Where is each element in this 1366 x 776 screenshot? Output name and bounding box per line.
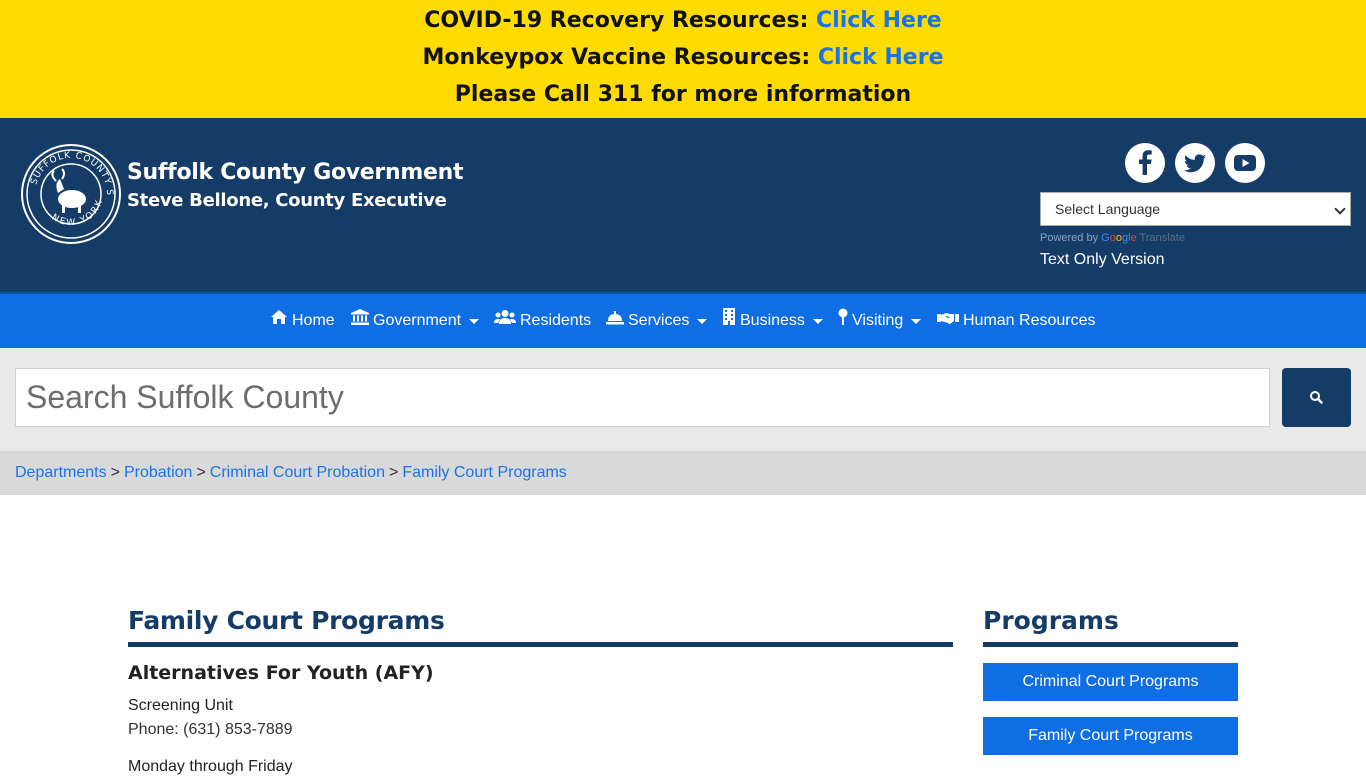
breadcrumb-link-departments[interactable]: Departments [15, 464, 107, 481]
nav-item-government[interactable]: Government [351, 294, 480, 348]
breadcrumb-separator: > [110, 464, 120, 481]
page-title: Family Court Programs [128, 606, 445, 635]
breadcrumb: Departments > Probation > Criminal Court Pro… [0, 451, 1366, 495]
nav-item-residents[interactable]: Residents [494, 294, 591, 348]
language-select-value: Select Language [1055, 201, 1161, 217]
nav-item-services[interactable]: Services [606, 294, 708, 348]
family-court-programs-button[interactable]: Family Court Programs [983, 717, 1238, 755]
nav-item-human-resources[interactable]: Human Resources [937, 294, 1096, 348]
breadcrumb-link-family-court-programs[interactable]: Family Court Programs [402, 464, 566, 481]
unit-phone: Phone: (631) 853-7889 [128, 721, 293, 738]
twitter-icon[interactable] [1175, 143, 1215, 183]
monkeypox-alert: Monkeypox Vaccine Resources: Click Here [0, 45, 1366, 71]
youtube-icon[interactable] [1225, 143, 1265, 183]
breadcrumb-link-criminal-court-probation[interactable]: Criminal Court Probation [210, 464, 385, 481]
text-only-version-link[interactable]: Text Only Version [1040, 251, 1165, 269]
unit-name: Screening Unit [128, 697, 233, 714]
covid-alert: COVID-19 Recovery Resources: Click Here [0, 8, 1366, 34]
sidebar-title: Programs [983, 606, 1119, 635]
nav-item-label: Home [292, 312, 335, 330]
caret-down-icon [697, 318, 708, 324]
breadcrumb-separator: > [196, 464, 206, 481]
nav-item-business[interactable]: Business [722, 294, 823, 348]
google-logo-text[interactable]: Google [1101, 232, 1137, 244]
monkeypox-alert-text: Monkeypox Vaccine Resources: [422, 45, 811, 70]
nav-item-home[interactable]: Home [270, 294, 335, 348]
bell-icon [606, 294, 624, 348]
nav-item-label: Business [740, 312, 805, 330]
nav-item-label: Services [628, 312, 690, 330]
county-seal-logo[interactable]: SUFFOLK COUNTY SEAL NEW YORK [16, 136, 122, 245]
facebook-icon[interactable] [1125, 143, 1165, 183]
nav-item-label: Residents [520, 312, 592, 330]
nav-item-label: Visiting [852, 312, 904, 330]
search-bar [0, 348, 1366, 451]
government-icon [351, 294, 369, 348]
search-icon [1310, 391, 1323, 404]
home-icon [270, 294, 288, 348]
caret-down-icon [911, 318, 922, 324]
translate-text: Translate [1139, 232, 1185, 244]
covid-alert-text: COVID-19 Recovery Resources: [424, 8, 809, 33]
chevron-down-icon [1334, 203, 1346, 215]
language-select[interactable]: Select Language [1040, 192, 1351, 226]
building-icon [722, 294, 736, 348]
main-nav: Home Government Residents Services Busin… [0, 292, 1366, 348]
unit-hours: Monday through Friday [128, 758, 293, 775]
caret-down-icon [469, 318, 480, 324]
breadcrumb-link-probation[interactable]: Probation [124, 464, 193, 481]
section-title: Alternatives For Youth (AFY) [128, 662, 434, 684]
caret-down-icon [812, 318, 823, 324]
call-311-text: Please Call 311 for more information [454, 82, 912, 107]
nav-item-visiting[interactable]: Visiting [838, 294, 922, 348]
criminal-court-programs-button[interactable]: Criminal Court Programs [983, 663, 1238, 701]
powered-by-text: Powered by [1040, 232, 1099, 244]
map-pin-icon [838, 294, 848, 348]
sidebar-divider [983, 642, 1238, 647]
nav-item-label: Human Resources [963, 312, 1096, 330]
site-subtitle: Steve Bellone, County Executive [127, 190, 447, 211]
nav-item-label: Government [373, 312, 462, 330]
search-button[interactable] [1282, 368, 1351, 427]
title-divider [128, 642, 953, 647]
google-translate-attribution: Powered by Google Translate [1040, 232, 1185, 244]
site-header: SUFFOLK COUNTY SEAL NEW YORK Suffolk Cou… [0, 118, 1366, 292]
monkeypox-click-here-link[interactable]: Click Here [818, 45, 944, 70]
handshake-icon [937, 294, 959, 348]
site-title[interactable]: Suffolk County Government [127, 160, 463, 185]
alert-banner: COVID-19 Recovery Resources: Click Here … [0, 0, 1366, 118]
search-input[interactable] [15, 368, 1270, 427]
covid-click-here-link[interactable]: Click Here [816, 8, 942, 33]
users-icon [494, 294, 516, 348]
breadcrumb-separator: > [388, 464, 399, 481]
